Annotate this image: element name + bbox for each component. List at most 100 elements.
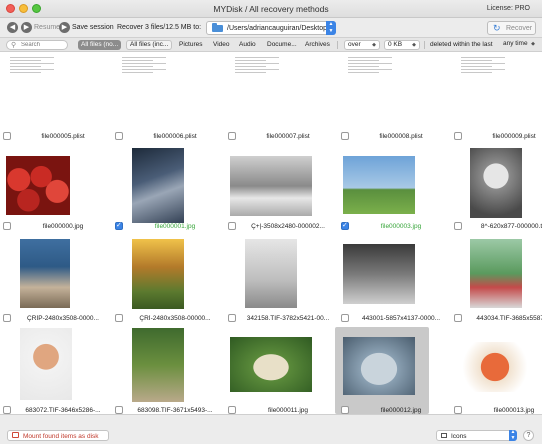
- file-checkbox[interactable]: [341, 406, 349, 414]
- license-label: License: PRO: [486, 5, 530, 12]
- file-name: 683098.TIF-3671x5493-...: [137, 407, 213, 414]
- help-button[interactable]: ?: [523, 430, 534, 441]
- file-checkbox[interactable]: [115, 406, 123, 414]
- file-grid[interactable]: file000005.plist file000006.plist file0000…: [0, 52, 542, 414]
- size-value-field[interactable]: 0 KB ◆: [384, 40, 420, 50]
- deleted-within-label: deleted within the last: [430, 41, 493, 48]
- folder-icon: [212, 23, 223, 32]
- image-thumbnail[interactable]: [132, 239, 184, 309]
- file-checkbox[interactable]: [341, 314, 349, 322]
- file-checkbox[interactable]: [454, 314, 462, 322]
- image-thumbnail[interactable]: [470, 239, 522, 308]
- file-checkbox[interactable]: [454, 406, 462, 414]
- file-name: file000012.jpg: [380, 407, 422, 414]
- image-thumbnail[interactable]: [132, 328, 184, 402]
- file-checkbox[interactable]: [3, 314, 11, 322]
- time-range-select[interactable]: any time ◆: [500, 40, 538, 50]
- mount-as-disk-button[interactable]: Mount found items as disk: [7, 430, 109, 441]
- icons-view-icon: [441, 433, 447, 438]
- file-checkbox[interactable]: [3, 406, 11, 414]
- file-name: 8^-620x877-000000.tiff: [480, 223, 542, 230]
- destination-path-text: /Users/adriancauguiran/Desktop: [227, 25, 327, 32]
- file-checkbox[interactable]: [341, 132, 349, 140]
- save-session-icon[interactable]: ▶: [59, 22, 70, 33]
- file-name: 342158.TIF-3782x5421-00...: [246, 315, 330, 322]
- file-checkbox[interactable]: [3, 132, 11, 140]
- image-thumbnail[interactable]: [456, 342, 534, 392]
- image-thumbnail[interactable]: [20, 328, 72, 400]
- title-bar: MYDisk / All recovery methods License: P…: [0, 0, 542, 18]
- search-input[interactable]: [21, 41, 65, 49]
- file-name: file000008.plist: [379, 133, 423, 140]
- tab-video[interactable]: Video: [210, 40, 233, 50]
- image-thumbnail[interactable]: [6, 156, 70, 215]
- divider: [424, 41, 425, 49]
- file-checkbox[interactable]: [115, 314, 123, 322]
- size-operator-value: over: [348, 41, 361, 48]
- time-range-value: any time: [503, 40, 528, 47]
- plist-preview: [122, 57, 166, 75]
- image-thumbnail[interactable]: [20, 239, 70, 308]
- recover-button[interactable]: ↻ Recover: [487, 21, 536, 35]
- file-checkbox[interactable]: [454, 222, 462, 230]
- resume-button[interactable]: Resume: [34, 24, 60, 31]
- file-name: file000006.plist: [153, 133, 197, 140]
- tab-documents[interactable]: Docume...: [264, 40, 300, 50]
- file-name: file000013.jpg: [493, 407, 535, 414]
- back-button[interactable]: ◀: [7, 22, 18, 33]
- image-thumbnail[interactable]: [343, 156, 415, 214]
- file-checkbox[interactable]: [115, 221, 123, 230]
- plist-preview: [235, 57, 279, 75]
- chevron-updown-icon: ▲ ▼: [509, 429, 517, 441]
- size-value: 0 KB: [388, 41, 403, 48]
- plist-preview: [348, 57, 392, 75]
- recover-button-label: Recover: [506, 25, 533, 32]
- destination-path-select[interactable]: /Users/adriancauguiran/Desktop ▲ ▼: [206, 21, 336, 35]
- view-mode-select[interactable]: Icons ▲ ▼: [436, 429, 517, 441]
- status-bar: Mount found items as disk Icons ▲ ▼ ?: [0, 414, 542, 444]
- toolbar: ◀ ▶ Resume ▶ Save session Recover 3 file…: [0, 18, 542, 38]
- chevron-updown-icon: ◆: [531, 41, 535, 47]
- file-checkbox[interactable]: [228, 406, 236, 414]
- file-name: 443034.TIF-3685x5587-...: [476, 315, 542, 322]
- tab-all-files-inc[interactable]: All files (inc...: [126, 40, 173, 50]
- mount-as-disk-label: Mount found items as disk: [23, 433, 99, 440]
- file-name: file000011.jpg: [268, 407, 308, 414]
- chevron-updown-icon[interactable]: ▲ ▼: [326, 21, 336, 35]
- file-checkbox[interactable]: [3, 222, 11, 230]
- disk-icon: [12, 432, 19, 438]
- file-checkbox[interactable]: [228, 314, 236, 322]
- image-thumbnail[interactable]: [245, 239, 297, 308]
- image-thumbnail[interactable]: [343, 244, 415, 304]
- file-name: 683072.TIF-3646x5286-...: [25, 407, 101, 414]
- save-session-button[interactable]: Save session: [72, 24, 114, 31]
- file-name: file000000.jpg: [42, 223, 84, 230]
- file-checkbox[interactable]: [228, 222, 236, 230]
- file-checkbox[interactable]: [115, 132, 123, 140]
- file-name: file000007.plist: [266, 133, 310, 140]
- tab-archives[interactable]: Archives: [302, 40, 333, 50]
- image-thumbnail[interactable]: [470, 148, 522, 218]
- search-icon: ⚲: [11, 42, 17, 49]
- chevron-updown-icon: ◆: [412, 42, 416, 48]
- tab-all-files-no[interactable]: All files (no...: [78, 40, 122, 50]
- file-checkbox[interactable]: [454, 132, 462, 140]
- chevron-updown-icon: ◆: [372, 42, 376, 48]
- file-checkbox[interactable]: [341, 221, 349, 230]
- recover-icon: ↻: [493, 23, 501, 33]
- file-name: file000003.jpg: [380, 223, 422, 230]
- image-thumbnail[interactable]: [230, 337, 312, 392]
- image-thumbnail[interactable]: [132, 148, 184, 223]
- filter-bar: ⚲ All files (no... All files (inc... Pic…: [0, 38, 542, 52]
- window-title: MYDisk / All recovery methods: [213, 4, 329, 14]
- image-thumbnail[interactable]: [343, 337, 415, 395]
- search-box[interactable]: ⚲: [6, 40, 68, 50]
- plist-preview: [10, 57, 54, 75]
- tab-pictures[interactable]: Pictures: [176, 40, 205, 50]
- file-name: file000009.plist: [492, 133, 536, 140]
- resume-icon[interactable]: ▶: [21, 22, 32, 33]
- image-thumbnail[interactable]: [230, 156, 312, 216]
- size-operator-select[interactable]: over ◆: [344, 40, 380, 50]
- tab-audio[interactable]: Audio: [236, 40, 259, 50]
- file-checkbox[interactable]: [228, 132, 236, 140]
